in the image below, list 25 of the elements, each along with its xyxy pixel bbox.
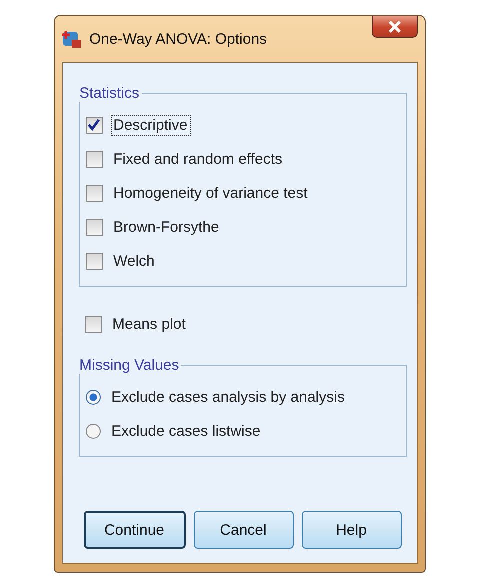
group-title: Statistics xyxy=(78,85,141,102)
checkbox-label[interactable]: Fixed and random effects xyxy=(110,148,286,170)
close-icon xyxy=(388,20,402,32)
checkbox[interactable] xyxy=(86,218,102,236)
checkbox-label[interactable]: Homogeneity of variance test xyxy=(110,182,311,204)
checkbox-label[interactable]: Descriptive xyxy=(110,114,191,136)
radio-button[interactable] xyxy=(86,424,100,438)
window-title: One-Way ANOVA: Options xyxy=(90,30,268,48)
group-title: Missing Values xyxy=(78,357,180,374)
checkbox-label[interactable]: Means plot xyxy=(110,314,189,334)
dialog-button[interactable]: Continue xyxy=(84,511,186,549)
checkbox[interactable] xyxy=(86,184,102,202)
dialog-button[interactable]: Help xyxy=(302,511,402,549)
radio-label[interactable]: Exclude cases analysis by analysis xyxy=(108,386,348,408)
radio-button[interactable] xyxy=(86,390,100,404)
checkbox-label[interactable]: Brown-Forsythe xyxy=(110,216,222,238)
checkbox-label[interactable]: Welch xyxy=(110,250,158,272)
checkbox[interactable] xyxy=(86,150,102,168)
checkbox[interactable] xyxy=(84,316,102,332)
radio-label[interactable]: Exclude cases listwise xyxy=(108,420,264,442)
close-button[interactable] xyxy=(372,16,418,38)
app-icon xyxy=(62,29,82,49)
dialog-button[interactable]: Cancel xyxy=(194,511,294,549)
checkbox[interactable] xyxy=(86,252,102,270)
checkbox[interactable] xyxy=(86,116,102,134)
